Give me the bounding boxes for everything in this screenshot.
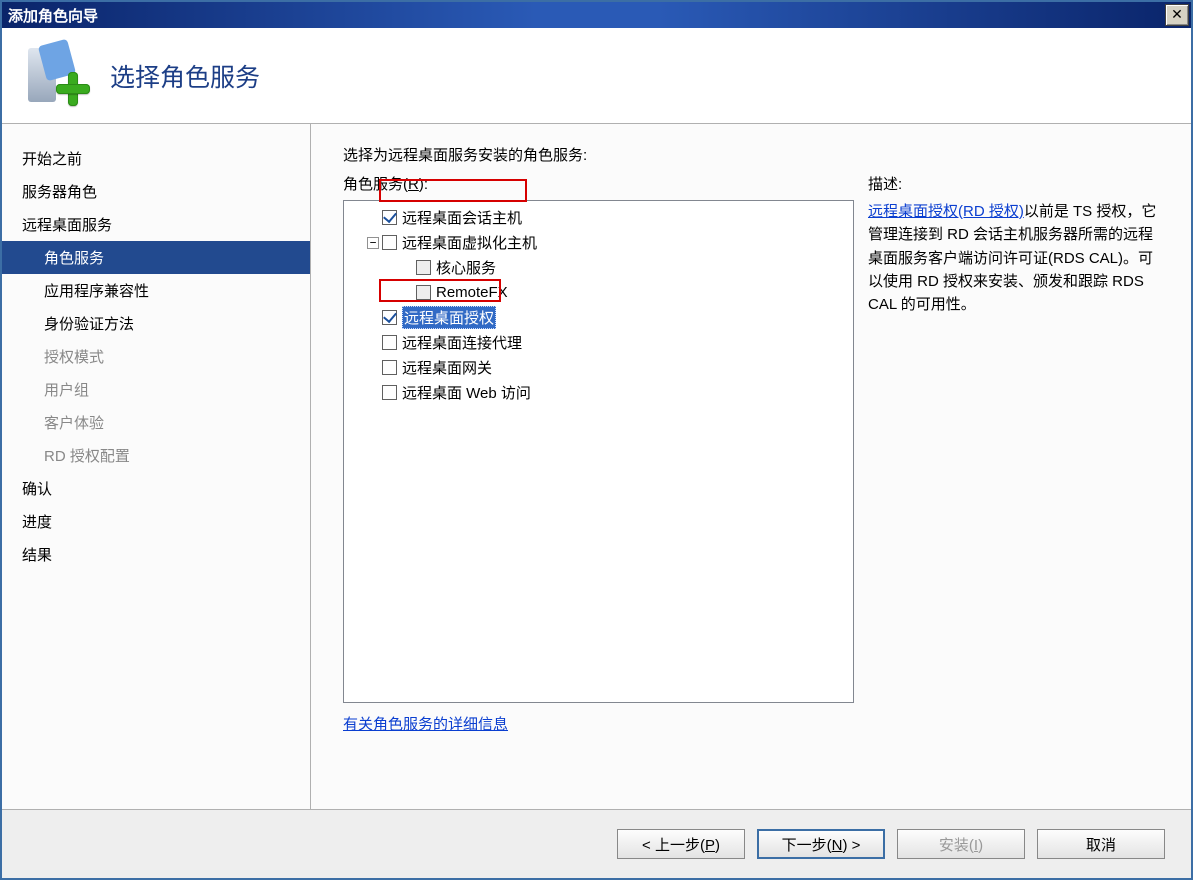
role-services-tree[interactable]: 远程桌面会话主机−远程桌面虚拟化主机核心服务RemoteFX远程桌面授权远程桌面…	[343, 200, 854, 703]
tree-item-label[interactable]: 远程桌面连接代理	[402, 332, 522, 353]
back-button[interactable]: < 上一步(P)	[617, 829, 745, 859]
description-title: 描述:	[868, 173, 1164, 194]
tree-item-label[interactable]: 远程桌面授权	[402, 306, 496, 329]
description-pane: 描述: 远程桌面授权(RD 授权)以前是 TS 授权，它管理连接到 RD 会话主…	[868, 173, 1164, 734]
footer: < 上一步(P) 下一步(N) > 安装(I) 取消	[2, 809, 1191, 878]
header: 选择角色服务	[2, 28, 1191, 124]
tree-item-label[interactable]: 远程桌面网关	[402, 357, 492, 378]
two-column: 角色服务(R): 远程桌面会话主机−远程桌面虚拟化主机核心服务RemoteFX远…	[343, 173, 1165, 734]
tree-row-5[interactable]: 远程桌面连接代理	[346, 330, 851, 355]
sidebar-item-10[interactable]: 确认	[2, 472, 310, 505]
description-text: 远程桌面授权(RD 授权)以前是 TS 授权，它管理连接到 RD 会话主机服务器…	[868, 200, 1164, 316]
sidebar-item-5[interactable]: 身份验证方法	[2, 307, 310, 340]
close-button[interactable]: ✕	[1165, 4, 1189, 26]
expander-icon[interactable]: −	[367, 237, 379, 249]
install-button: 安装(I)	[897, 829, 1025, 859]
tree-item-label[interactable]: 远程桌面 Web 访问	[402, 382, 531, 403]
checkbox[interactable]	[382, 310, 397, 325]
tree-item-label[interactable]: 核心服务	[436, 257, 496, 278]
title-bar: 添加角色向导 ✕	[2, 2, 1191, 28]
sidebar-item-0[interactable]: 开始之前	[2, 142, 310, 175]
checkbox[interactable]	[382, 235, 397, 250]
next-button[interactable]: 下一步(N) >	[757, 829, 885, 859]
description-link[interactable]: 远程桌面授权(RD 授权)	[868, 203, 1024, 220]
tree-item-label[interactable]: RemoteFX	[436, 284, 508, 301]
tree-row-6[interactable]: 远程桌面网关	[346, 355, 851, 380]
wizard-icon	[20, 44, 90, 108]
checkbox[interactable]	[416, 285, 431, 300]
content: 选择为远程桌面服务安装的角色服务: 角色服务(R): 远程桌面会话主机−远程桌面…	[311, 124, 1191, 811]
tree-row-4[interactable]: 远程桌面授权	[346, 305, 851, 330]
checkbox[interactable]	[416, 260, 431, 275]
window-title: 添加角色向导	[8, 5, 1165, 26]
services-column: 角色服务(R): 远程桌面会话主机−远程桌面虚拟化主机核心服务RemoteFX远…	[343, 173, 854, 734]
more-info-link[interactable]: 有关角色服务的详细信息	[343, 713, 508, 734]
sidebar-item-2[interactable]: 远程桌面服务	[2, 208, 310, 241]
wizard-window: 添加角色向导 ✕ 选择角色服务 开始之前服务器角色远程桌面服务角色服务应用程序兼…	[0, 0, 1193, 880]
sidebar-item-9: RD 授权配置	[2, 439, 310, 472]
tree-item-label[interactable]: 远程桌面会话主机	[402, 207, 522, 228]
cancel-button[interactable]: 取消	[1037, 829, 1165, 859]
tree-row-0[interactable]: 远程桌面会话主机	[346, 205, 851, 230]
tree-row-3[interactable]: RemoteFX	[346, 280, 851, 305]
sidebar-item-1[interactable]: 服务器角色	[2, 175, 310, 208]
sidebar-item-3[interactable]: 角色服务	[2, 241, 310, 274]
services-label: 角色服务(R):	[343, 173, 854, 194]
body: 开始之前服务器角色远程桌面服务角色服务应用程序兼容性身份验证方法授权模式用户组客…	[2, 124, 1191, 811]
sidebar-item-7: 用户组	[2, 373, 310, 406]
checkbox[interactable]	[382, 385, 397, 400]
sidebar: 开始之前服务器角色远程桌面服务角色服务应用程序兼容性身份验证方法授权模式用户组客…	[2, 124, 311, 811]
sidebar-item-4[interactable]: 应用程序兼容性	[2, 274, 310, 307]
tree-row-7[interactable]: 远程桌面 Web 访问	[346, 380, 851, 405]
close-icon: ✕	[1171, 6, 1183, 22]
sidebar-item-6: 授权模式	[2, 340, 310, 373]
checkbox[interactable]	[382, 210, 397, 225]
tree-row-2[interactable]: 核心服务	[346, 255, 851, 280]
checkbox[interactable]	[382, 360, 397, 375]
tree-row-1[interactable]: − 远程桌面虚拟化主机	[346, 230, 851, 255]
sidebar-item-11[interactable]: 进度	[2, 505, 310, 538]
callout-box	[379, 200, 527, 202]
sidebar-item-8: 客户体验	[2, 406, 310, 439]
checkbox[interactable]	[382, 335, 397, 350]
instruction: 选择为远程桌面服务安装的角色服务:	[343, 144, 1165, 165]
sidebar-item-12[interactable]: 结果	[2, 538, 310, 571]
page-heading: 选择角色服务	[110, 58, 260, 94]
plus-icon	[56, 72, 90, 106]
tree-item-label[interactable]: 远程桌面虚拟化主机	[402, 232, 537, 253]
